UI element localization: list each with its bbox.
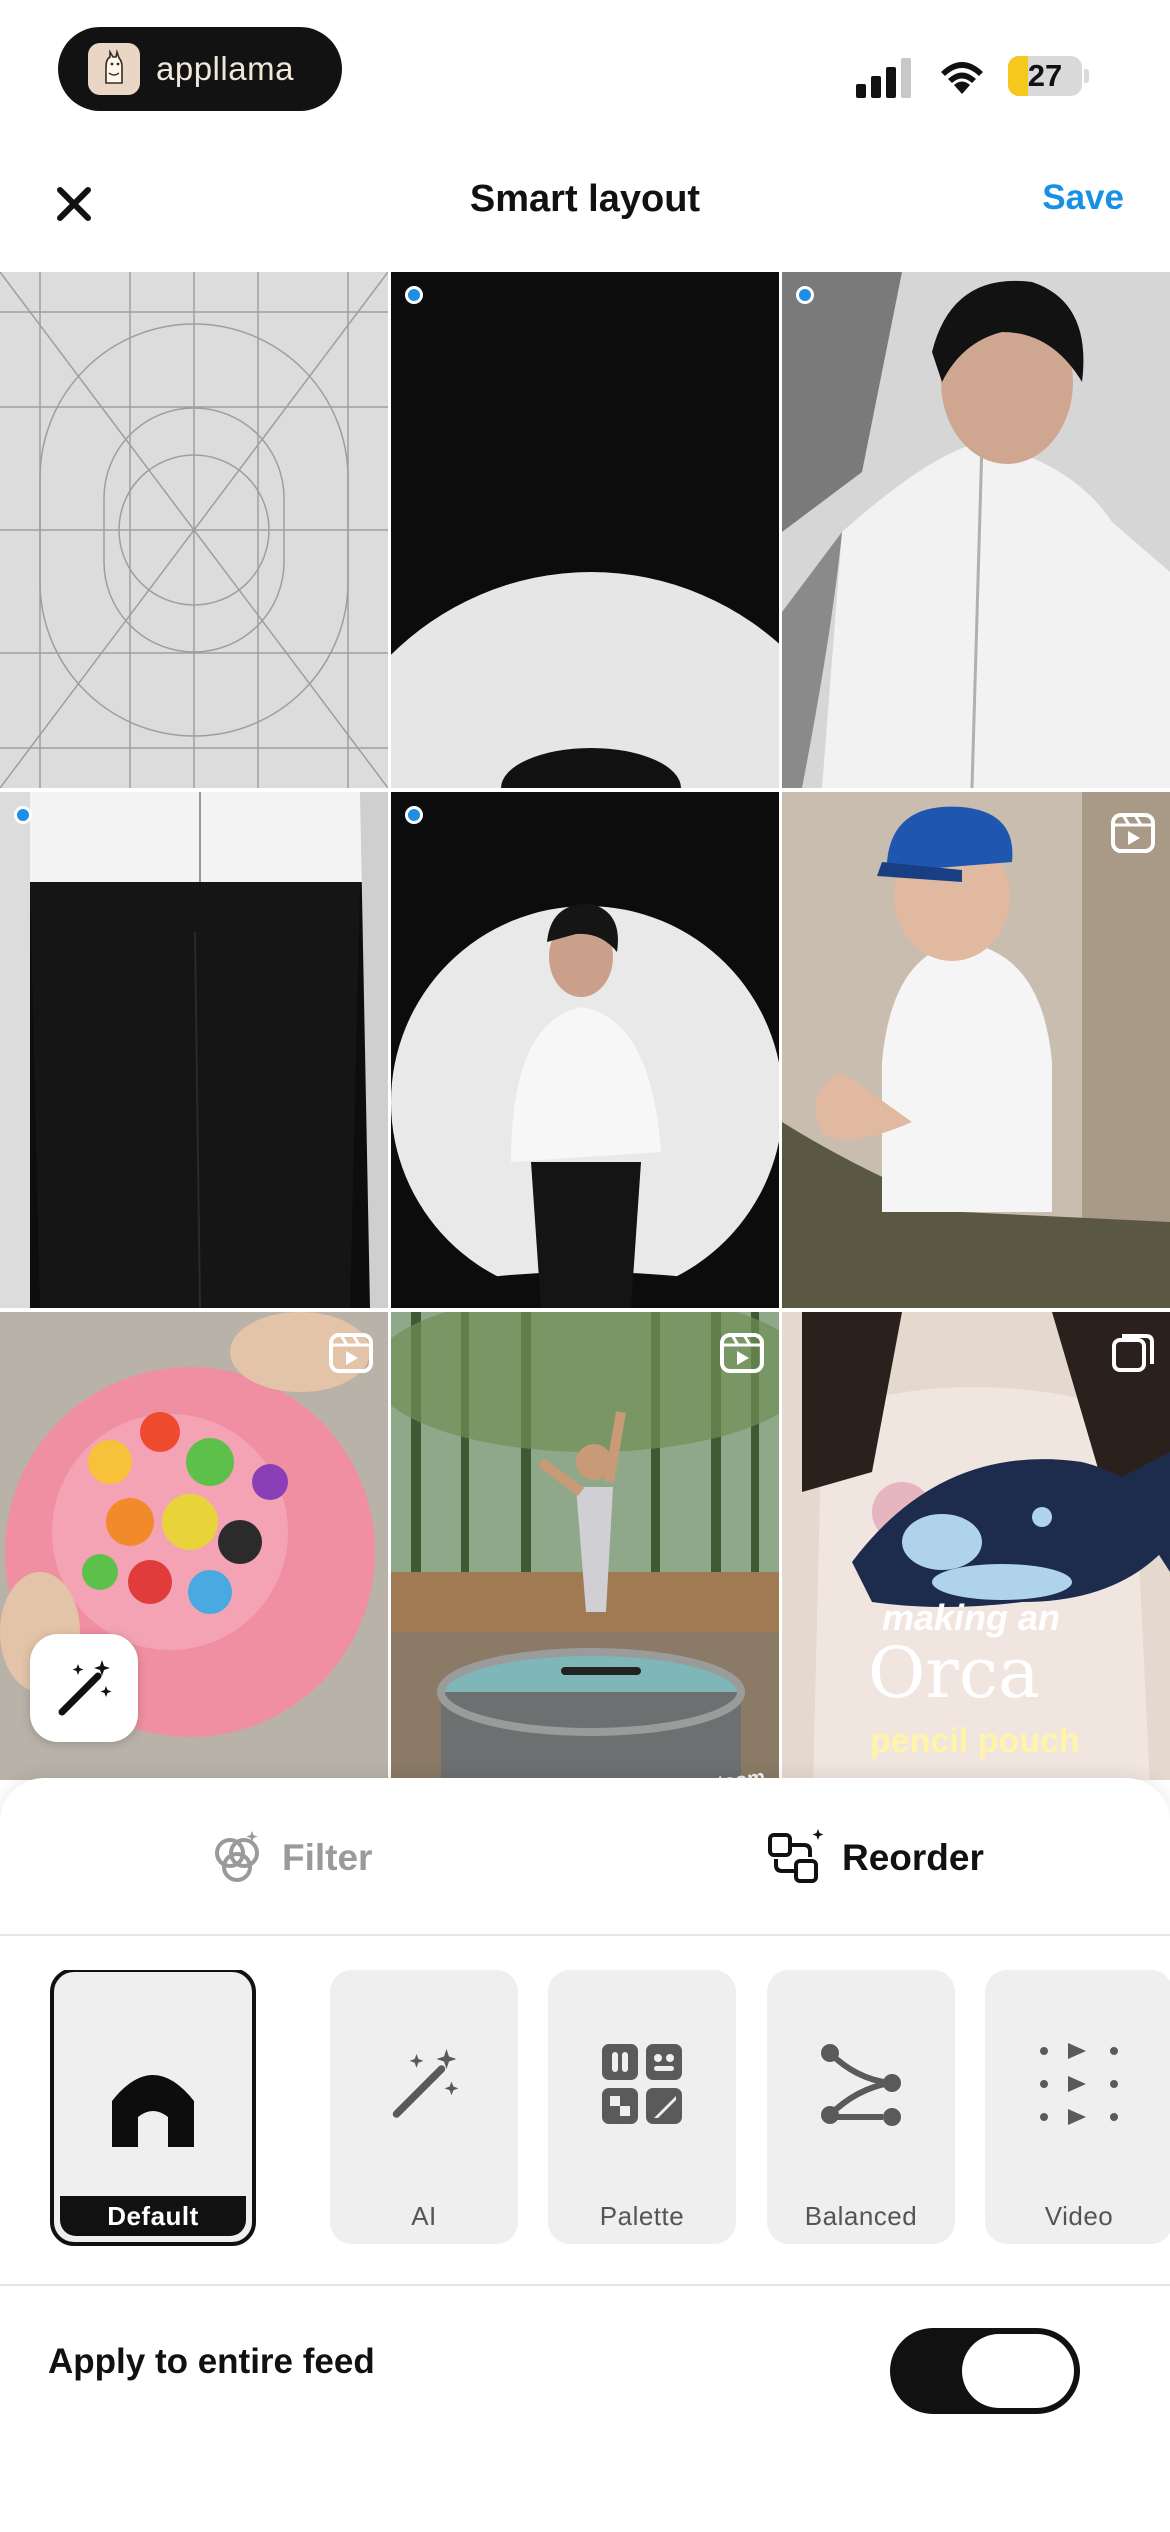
orca-caption-line2: Orca — [868, 1632, 1040, 1714]
layout-option-default[interactable]: Default — [50, 1970, 256, 2246]
layout-option-ai[interactable]: AI — [330, 1970, 518, 2244]
home-icon — [60, 2054, 246, 2154]
app-badge[interactable]: appllama — [58, 27, 342, 111]
toggle-knob — [962, 2334, 1074, 2408]
header: Smart layout Save — [0, 150, 1170, 270]
grid-tile-orca[interactable]: making an Orca pencil pouch — [782, 1312, 1170, 1780]
grid-tile-man-shirt[interactable] — [782, 272, 1170, 788]
grid-tile-skater[interactable]: Hastsom — [391, 1312, 779, 1780]
orca-caption-line3: pencil pouch — [870, 1722, 1080, 1760]
save-button[interactable]: Save — [1042, 178, 1124, 218]
layout-label-balanced: Balanced — [804, 2201, 918, 2231]
tab-filter[interactable]: Filter — [206, 1826, 372, 1890]
selection-dot — [796, 286, 814, 304]
grid-tile-placeholder[interactable] — [0, 272, 388, 788]
grid-tile-spotlight-top[interactable] — [391, 272, 779, 788]
reel-icon — [329, 1333, 373, 1373]
reorder-icon — [768, 1829, 824, 1883]
layout-option-video[interactable]: Video — [985, 1970, 1170, 2244]
layout-label-palette: Palette — [599, 2201, 685, 2231]
apply-feed-row: Apply to entire feed — [0, 2284, 1170, 2444]
magic-wand-icon — [58, 1660, 112, 1716]
app-name: appllama — [156, 50, 294, 87]
apply-feed-label: Apply to entire feed — [48, 2342, 375, 2381]
page-title: Smart layout — [469, 178, 701, 220]
grid-tile-man-spotlight[interactable] — [391, 792, 779, 1308]
magic-wand-icon — [330, 2034, 518, 2134]
status-bar: appllama 27 — [0, 0, 1170, 150]
tab-filter-label: Filter — [282, 1837, 373, 1878]
layout-option-palette[interactable]: Palette — [548, 1970, 736, 2244]
layout-label-default: Default — [60, 2196, 246, 2236]
grid-tile-torso[interactable] — [0, 792, 388, 1308]
reel-icon — [720, 1333, 764, 1373]
wifi-icon — [941, 62, 983, 94]
tab-reorder-label: Reorder — [842, 1837, 984, 1878]
layout-options: Default AI Palette Balanced Video — [0, 1970, 1170, 2250]
apply-feed-toggle[interactable] — [890, 2328, 1080, 2414]
selection-dot — [14, 806, 32, 824]
balanced-icon — [767, 2034, 955, 2134]
layout-label-video: Video — [1044, 2201, 1114, 2231]
tab-reorder[interactable]: Reorder — [766, 1826, 984, 1890]
layout-sheet: Filter Reorder Default AI Palette Balanc… — [0, 1778, 1170, 2532]
selection-dot — [405, 806, 423, 824]
magic-wand-button[interactable] — [30, 1634, 138, 1742]
layout-option-balanced[interactable]: Balanced — [767, 1970, 955, 2244]
selection-dot — [405, 286, 423, 304]
sheet-tabs: Filter Reorder — [0, 1778, 1170, 1936]
video-grid-icon — [985, 2034, 1170, 2134]
llama-logo-icon — [88, 43, 140, 95]
battery-indicator: 27 — [1008, 56, 1089, 96]
filter-icon — [215, 1831, 259, 1882]
layout-label-ai: AI — [411, 2201, 437, 2231]
grid-tile-man-cap[interactable] — [782, 792, 1170, 1308]
cellular-signal-icon — [856, 58, 911, 98]
feed-grid: Hastsom making an Orca pencil pouch — [0, 272, 1170, 1780]
reel-icon — [1111, 813, 1155, 853]
battery-level: 27 — [1027, 58, 1063, 93]
carousel-icon — [1112, 1334, 1154, 1372]
palette-icon — [548, 2034, 736, 2134]
